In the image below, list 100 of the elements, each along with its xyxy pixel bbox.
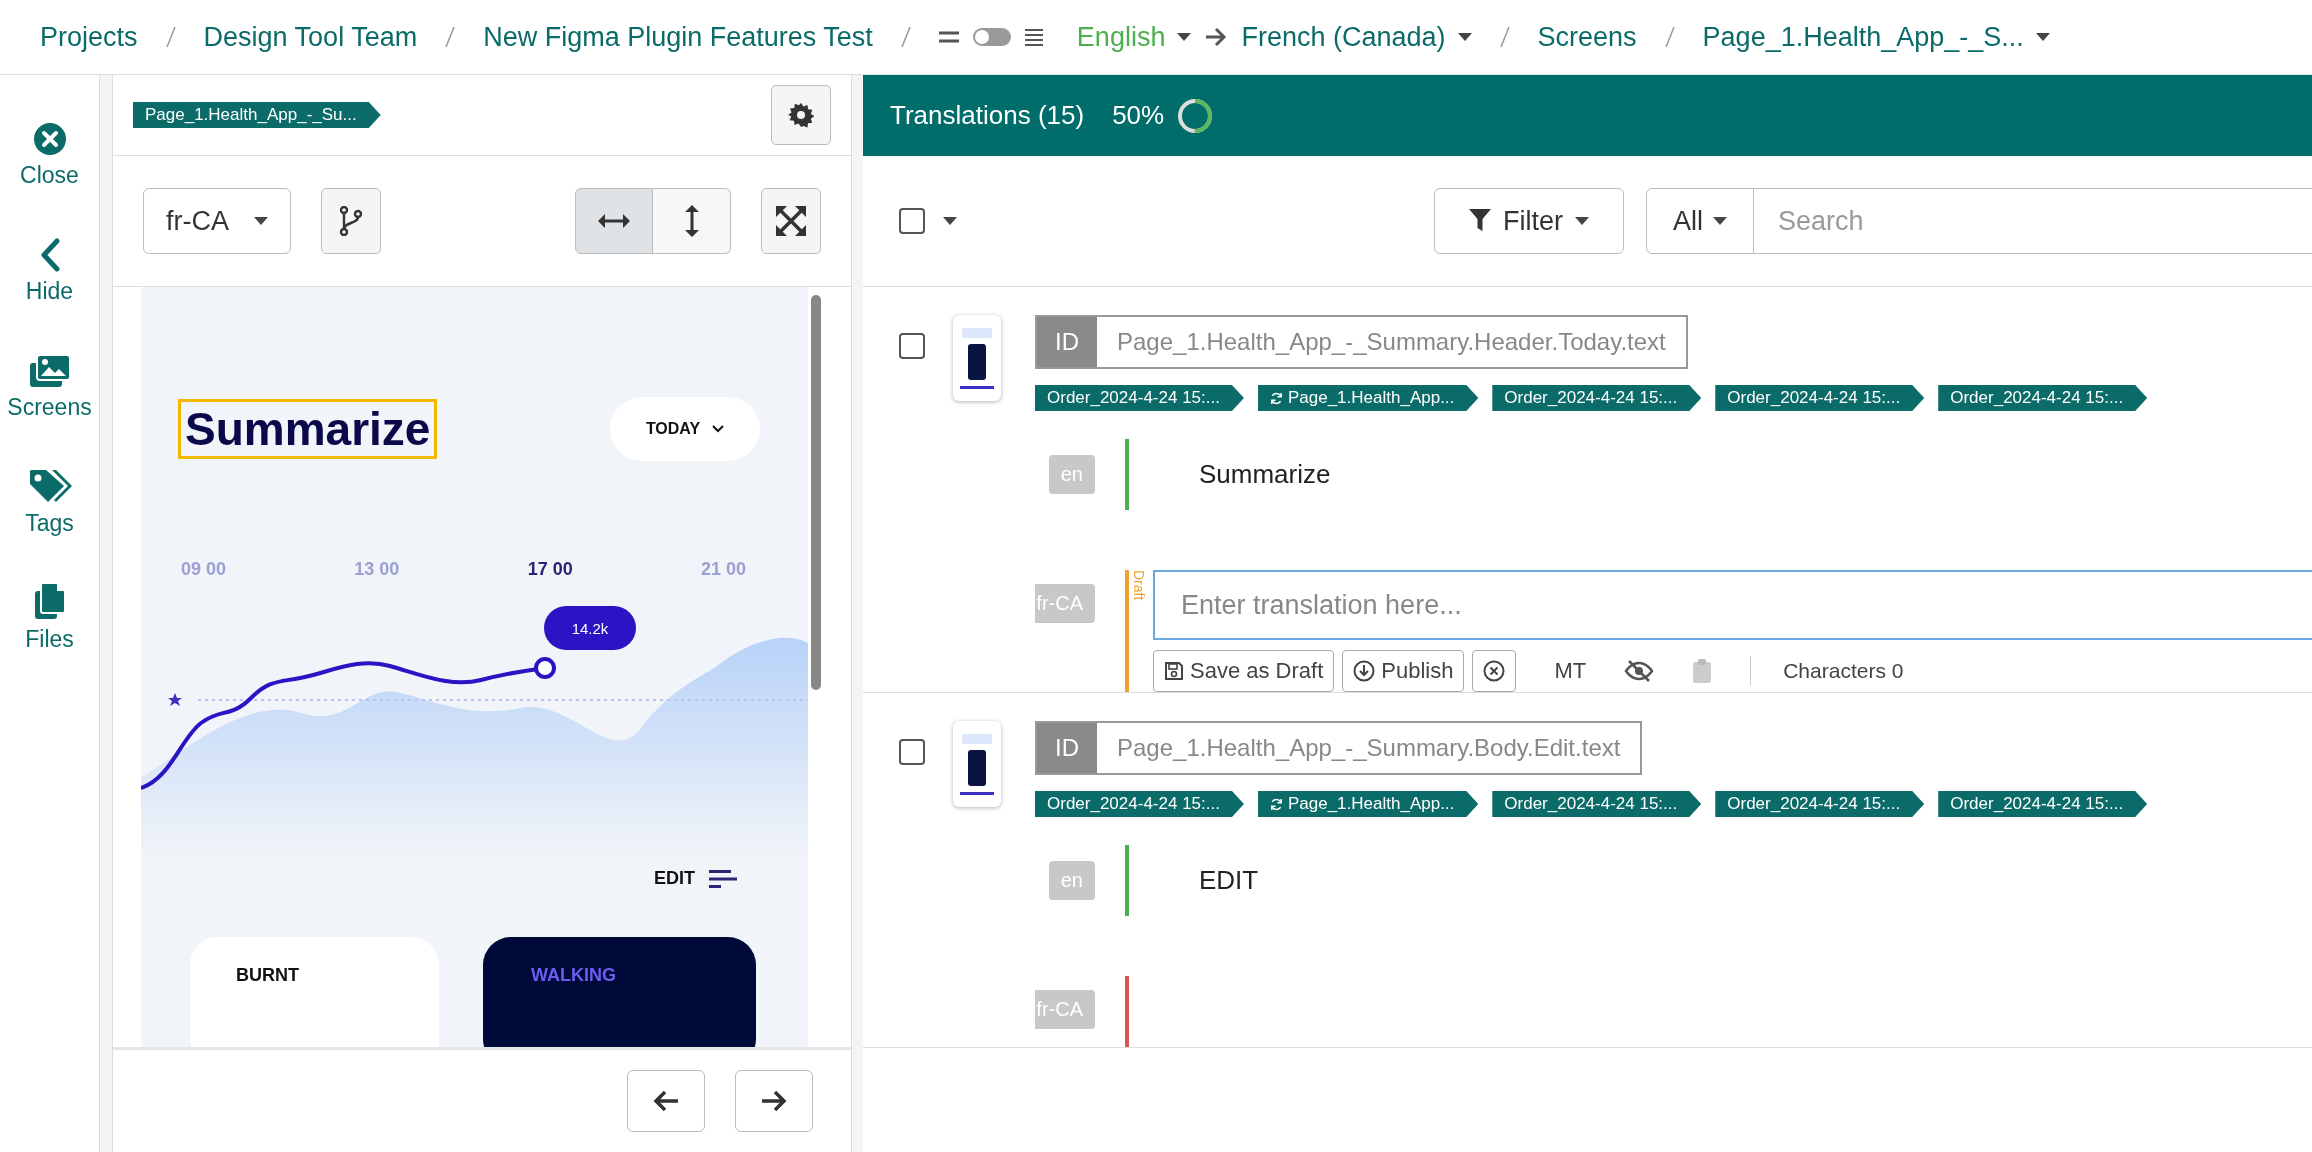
branch-icon <box>339 206 363 236</box>
close-circle-icon <box>1483 660 1506 682</box>
filter-button[interactable]: Filter <box>1434 188 1624 254</box>
tags-icon <box>27 468 72 504</box>
refresh-icon <box>1269 797 1283 811</box>
view-toggle[interactable] <box>972 28 1011 46</box>
close-icon <box>32 122 67 156</box>
vertical-arrows-icon <box>683 205 700 237</box>
time-label: 09 00 <box>181 559 227 580</box>
arrow-left-icon <box>653 1090 679 1112</box>
scope-dropdown[interactable]: All <box>1646 188 1754 254</box>
sidebar-button[interactable]: Files <box>25 567 74 653</box>
translation-input[interactable]: Enter translation here... <box>1153 570 2312 640</box>
time-label: 21 00 <box>700 559 746 580</box>
sort-lines-icon <box>709 869 737 888</box>
sidebar-button[interactable]: Close <box>20 103 79 189</box>
sidebar-button[interactable]: Tags <box>25 451 74 537</box>
settings-button[interactable] <box>771 85 831 145</box>
progress-ring <box>1176 96 1215 135</box>
breadcrumb-link[interactable]: Design Tool Team <box>203 21 418 53</box>
tag-label[interactable]: Order_2024-4-24 15:... <box>1492 385 1702 411</box>
screen-thumbnail[interactable] <box>953 721 1001 807</box>
download-circle-icon <box>1353 660 1376 682</box>
tag-label[interactable]: Order_2024-4-24 15:... <box>1938 791 2148 817</box>
tag-label[interactable]: Order_2024-4-24 15:... <box>1035 791 1244 817</box>
eye-slash-icon <box>1624 659 1655 683</box>
caret-icon <box>1575 217 1589 225</box>
caret-icon <box>1457 33 1472 41</box>
tag-label[interactable]: Order_2024-4-24 15:... <box>1715 385 1925 411</box>
period-dropdown[interactable]: TODAY <box>610 397 760 461</box>
scrollbar-thumb[interactable] <box>811 295 821 690</box>
string-key-field: ID Page_1.Health_App_-_Summary.Body.Edit.text <box>1035 721 1643 775</box>
value-bubble: 14.2k <box>544 606 636 650</box>
slash-icon <box>443 24 458 50</box>
tag-label[interactable]: Page_1.Health_App... <box>1257 385 1479 411</box>
machine-translation-button[interactable]: MT <box>1554 658 1587 684</box>
chevron-left-icon <box>38 238 61 272</box>
clipboard-icon <box>1692 658 1713 684</box>
breadcrumb-link[interactable]: Screens <box>1537 21 1637 53</box>
screen-title: Summarize <box>178 399 438 459</box>
fit-width-button[interactable] <box>575 188 653 254</box>
slash-icon <box>163 24 178 50</box>
slash-icon <box>898 24 913 50</box>
hide-button[interactable] <box>1624 659 1655 683</box>
row-checkbox[interactable] <box>899 333 925 359</box>
select-menu-caret-icon <box>943 217 957 225</box>
arrow-right-icon <box>1205 27 1228 47</box>
equals-icon <box>938 31 959 43</box>
publish-button[interactable]: Publish <box>1342 650 1465 692</box>
caret-icon <box>254 217 268 225</box>
discard-button[interactable] <box>1472 650 1517 692</box>
time-label: 13 00 <box>354 559 400 580</box>
screen-thumbnail[interactable] <box>953 315 1001 401</box>
row-checkbox[interactable] <box>899 739 925 765</box>
source-text: Summarize <box>1198 458 1331 491</box>
stat-card: BURNT <box>190 937 439 1047</box>
time-label: 17 00 <box>527 559 573 580</box>
sidebar-button[interactable]: Screens <box>7 335 92 421</box>
fullscreen-button[interactable] <box>761 188 821 254</box>
sidebar-button[interactable]: Hide <box>25 219 74 305</box>
list-icon <box>1024 28 1043 46</box>
edit-label: EDIT <box>654 868 695 889</box>
stat-card: WALKING <box>483 937 756 1047</box>
files-icon <box>33 582 66 620</box>
tag-label[interactable]: Order_2024-4-24 15:... <box>1715 791 1925 817</box>
string-key-field: ID Page_1.Health_App_-_Summary.Header.Today.text <box>1035 315 1688 369</box>
select-all-checkbox[interactable] <box>899 208 925 234</box>
slash-icon <box>1497 24 1512 50</box>
target-language-dropdown[interactable]: French (Canada) <box>1241 21 1472 53</box>
caret-icon <box>1177 33 1192 41</box>
slash-icon <box>1662 24 1677 50</box>
chevron-down-icon <box>712 425 725 433</box>
previous-button[interactable] <box>627 1070 705 1132</box>
tag-label[interactable]: Page_1.Health_App_-_Su... <box>133 102 381 128</box>
progress-percent: 50% <box>1112 100 1165 131</box>
breadcrumb-link[interactable]: New Figma Plugin Features Test <box>483 21 873 53</box>
caret-icon <box>1713 217 1727 225</box>
screen-dropdown[interactable]: Page_1.Health_App_-_S... <box>1702 21 2050 53</box>
settings-icon <box>788 102 814 128</box>
filter-icon <box>1469 209 1491 233</box>
search-field[interactable]: Search <box>1754 188 2312 254</box>
locale-dropdown[interactable]: fr-CA <box>143 188 291 254</box>
tag-label[interactable]: Order_2024-4-24 15:... <box>1035 385 1244 411</box>
branch-button[interactable] <box>321 188 381 254</box>
expand-arrows-icon <box>776 206 806 236</box>
tag-label[interactable]: Page_1.Health_App... <box>1257 791 1479 817</box>
source-text: EDIT <box>1198 864 1259 897</box>
arrow-right-icon <box>761 1090 787 1112</box>
caret-icon <box>2035 33 2050 41</box>
tag-label[interactable]: Order_2024-4-24 15:... <box>1938 385 2148 411</box>
save-draft-button[interactable]: Save as Draft <box>1153 650 1335 692</box>
panel-title: Translations (15) <box>890 100 1085 131</box>
fit-height-button[interactable] <box>653 188 731 254</box>
breadcrumb-link[interactable]: Projects <box>40 21 138 53</box>
next-button[interactable] <box>735 1070 813 1132</box>
images-icon <box>28 354 71 388</box>
horizontal-arrows-icon <box>598 213 630 229</box>
status-label: Draft <box>1131 570 1147 601</box>
tag-label[interactable]: Order_2024-4-24 15:... <box>1492 791 1702 817</box>
character-count: Characters 0 <box>1783 659 1904 683</box>
